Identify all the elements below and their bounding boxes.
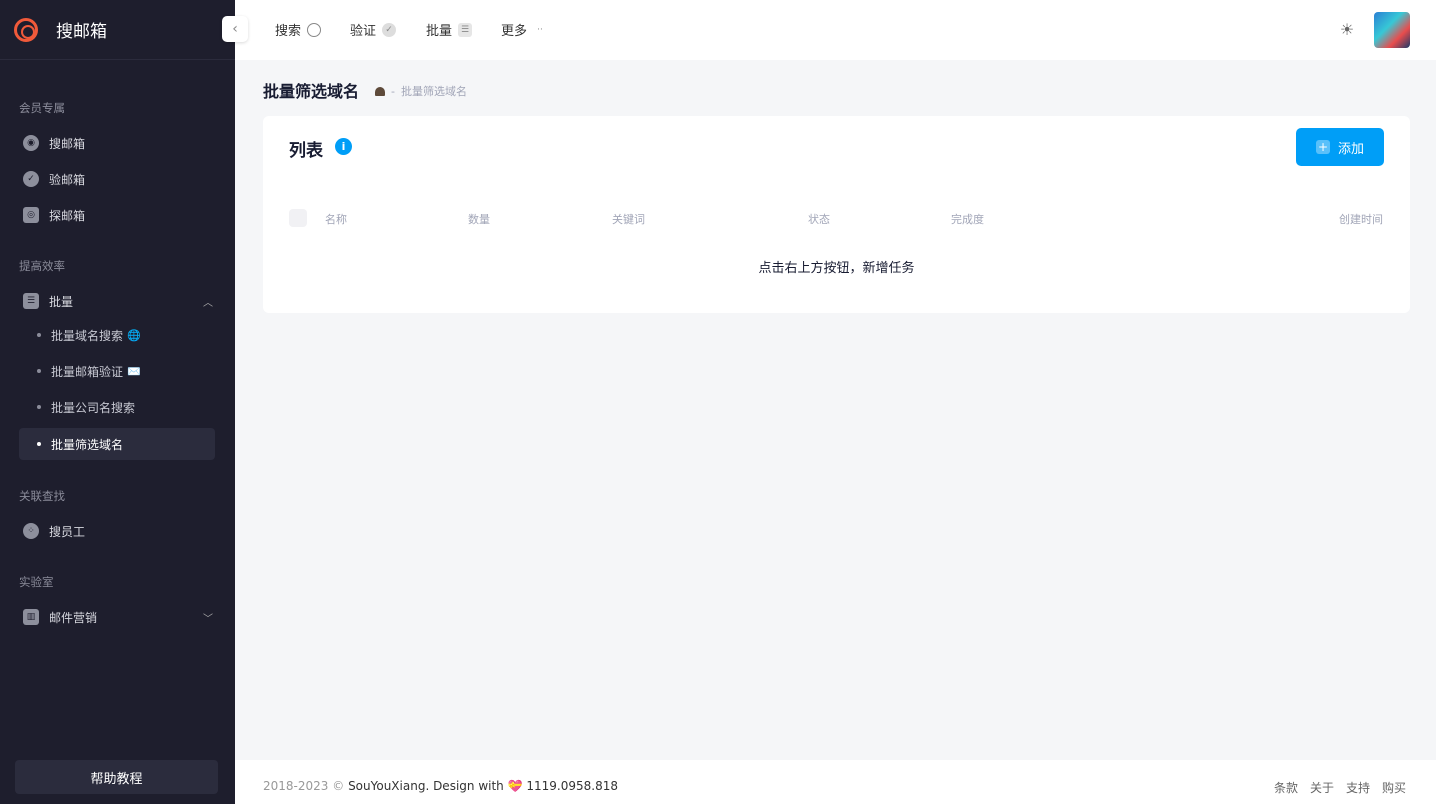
sidebar-item-search-mail[interactable]: ◉ 搜邮箱 (19, 127, 215, 159)
check-circle-icon: ✓ (23, 171, 39, 187)
info-icon[interactable]: i (335, 138, 352, 155)
avatar[interactable] (1374, 12, 1410, 48)
footer-link-terms[interactable]: 条款 (1274, 779, 1298, 796)
brand[interactable]: 搜邮箱 (0, 0, 235, 60)
breadcrumb: - 批量筛选域名 (375, 83, 467, 99)
column-header-created-time[interactable]: 创建时间 (1339, 211, 1383, 227)
sidebar-item-label: 验邮箱 (49, 172, 86, 187)
footer-link-purchase[interactable]: 购买 (1382, 779, 1406, 796)
sidebar-sub-item-label: 批量公司名搜索 (51, 400, 136, 415)
breadcrumb-separator: - (391, 84, 395, 98)
version-number: 1119.0958.818 (526, 779, 619, 793)
sidebar-sub-item-batch-company-search[interactable]: 批量公司名搜索 (19, 391, 215, 423)
theme-toggle-sun-icon[interactable]: ☀ (1337, 19, 1357, 39)
globe-icon: 🌐 (127, 328, 141, 342)
checklist-icon: ☰ (23, 293, 39, 309)
brand-name: 搜邮箱 (56, 22, 107, 42)
sidebar-item-label: 批量 (49, 294, 74, 309)
brand-logo-icon (14, 17, 38, 42)
check-icon: ✓ (382, 22, 397, 37)
checklist-icon: ☰ (458, 22, 473, 37)
column-header-name[interactable]: 名称 (325, 211, 347, 227)
section-label-efficiency: 提高效率 (19, 259, 65, 273)
column-header-progress[interactable]: 完成度 (951, 211, 984, 227)
section-label-lab: 实验室 (19, 575, 54, 589)
select-all-checkbox[interactable] (289, 209, 307, 227)
sidebar-collapse-button[interactable]: ‹ (222, 16, 248, 42)
section-label-members: 会员专属 (19, 101, 65, 115)
column-header-count[interactable]: 数量 (468, 211, 490, 227)
chart-icon: ▥ (23, 609, 39, 625)
heart-icon: 💝 (507, 779, 523, 793)
bullet-icon (37, 442, 41, 446)
chevron-up-icon: ︿ (203, 297, 213, 309)
plus-icon: + (1315, 140, 1330, 154)
bullet-icon (37, 369, 41, 373)
column-header-keyword[interactable]: 关键词 (612, 211, 645, 227)
tab-label: 批量 (426, 24, 453, 39)
section-label-related: 关联查找 (19, 489, 65, 503)
page-title: 批量筛选域名 (263, 82, 360, 101)
sidebar-sub-item-label: 批量邮箱验证 (51, 364, 124, 379)
copyright: 2018-2023 © SouYouXiang. Design with 💝 1… (263, 779, 618, 793)
copyright-brand[interactable]: SouYouXiang. Design with (348, 779, 504, 793)
sidebar-item-label: 探邮箱 (49, 208, 86, 223)
card-title: 列表 (289, 141, 323, 161)
tab-label: 搜索 (275, 24, 302, 39)
scan-icon: ◎ (23, 207, 39, 223)
breadcrumb-current: 批量筛选域名 (400, 85, 467, 98)
circle-icon (307, 22, 322, 37)
sidebar-item-search-staff[interactable]: ⁘ 搜员工 (19, 515, 215, 547)
tab-verify[interactable]: 验证 ✓ (350, 20, 397, 39)
sidebar-item-batch[interactable]: ☰ 批量 ︿ (19, 285, 215, 317)
sidebar-item-probe-mail[interactable]: ◎ 探邮箱 (19, 199, 215, 231)
chevron-down-icon: ﹀ (203, 613, 213, 625)
sidebar-sub-item-batch-domain-search[interactable]: 批量域名搜索 🌐 (19, 319, 215, 351)
home-icon[interactable] (375, 86, 385, 96)
bullet-icon (37, 405, 41, 409)
chevron-left-icon: ‹ (232, 21, 238, 37)
add-button-label: 添加 (1337, 141, 1364, 157)
envelope-icon: ✉️ (127, 364, 141, 378)
footer: 2018-2023 © SouYouXiang. Design with 💝 1… (235, 760, 1436, 804)
sidebar: 搜邮箱 会员专属 ◉ 搜邮箱 ✓ 验邮箱 ◎ 探邮箱 提高效率 ☰ 批量 ︿ 批… (0, 0, 235, 804)
empty-table-message: 点击右上方按钮，新增任务 (758, 261, 915, 276)
bullet-icon (37, 333, 41, 337)
sidebar-item-label: 搜邮箱 (49, 136, 86, 151)
copyright-prefix: 2018-2023 © (263, 779, 345, 793)
tab-label: 更多 (501, 24, 528, 39)
sidebar-sub-item-batch-mail-verify[interactable]: 批量邮箱验证 ✉️ (19, 355, 215, 387)
sidebar-item-label: 搜员工 (49, 524, 86, 539)
tab-batch[interactable]: 批量 ☰ (426, 20, 473, 39)
topbar: 搜索 验证 ✓ 批量 ☰ 更多 ·· ☀ (235, 0, 1436, 60)
sidebar-sub-item-batch-filter-domain[interactable]: 批量筛选域名 (19, 428, 215, 460)
list-card: 列表 i + 添加 名称 数量 关键词 状态 完成度 创建时间 点击右上方按钮，… (263, 116, 1410, 313)
sidebar-item-mail-marketing[interactable]: ▥ 邮件营销 ﹀ (19, 601, 215, 633)
footer-links: 条款 关于 支持 购买 (1274, 779, 1406, 796)
column-header-status[interactable]: 状态 (808, 211, 830, 227)
search-mail-icon: ◉ (23, 135, 39, 151)
sidebar-item-verify-mail[interactable]: ✓ 验邮箱 (19, 163, 215, 195)
help-tutorial-button[interactable]: 帮助教程 (15, 760, 218, 794)
people-icon: ⁘ (23, 523, 39, 539)
footer-link-about[interactable]: 关于 (1310, 779, 1334, 796)
footer-link-support[interactable]: 支持 (1346, 779, 1370, 796)
tab-more[interactable]: 更多 ·· (501, 20, 547, 39)
sidebar-item-label: 邮件营销 (49, 610, 98, 625)
sidebar-sub-item-label: 批量域名搜索 (51, 328, 124, 343)
more-icon: ·· (537, 24, 543, 35)
tab-label: 验证 (350, 24, 377, 39)
tab-search[interactable]: 搜索 (275, 20, 322, 39)
add-button[interactable]: + 添加 (1296, 128, 1384, 166)
sidebar-sub-item-label: 批量筛选域名 (51, 437, 124, 452)
